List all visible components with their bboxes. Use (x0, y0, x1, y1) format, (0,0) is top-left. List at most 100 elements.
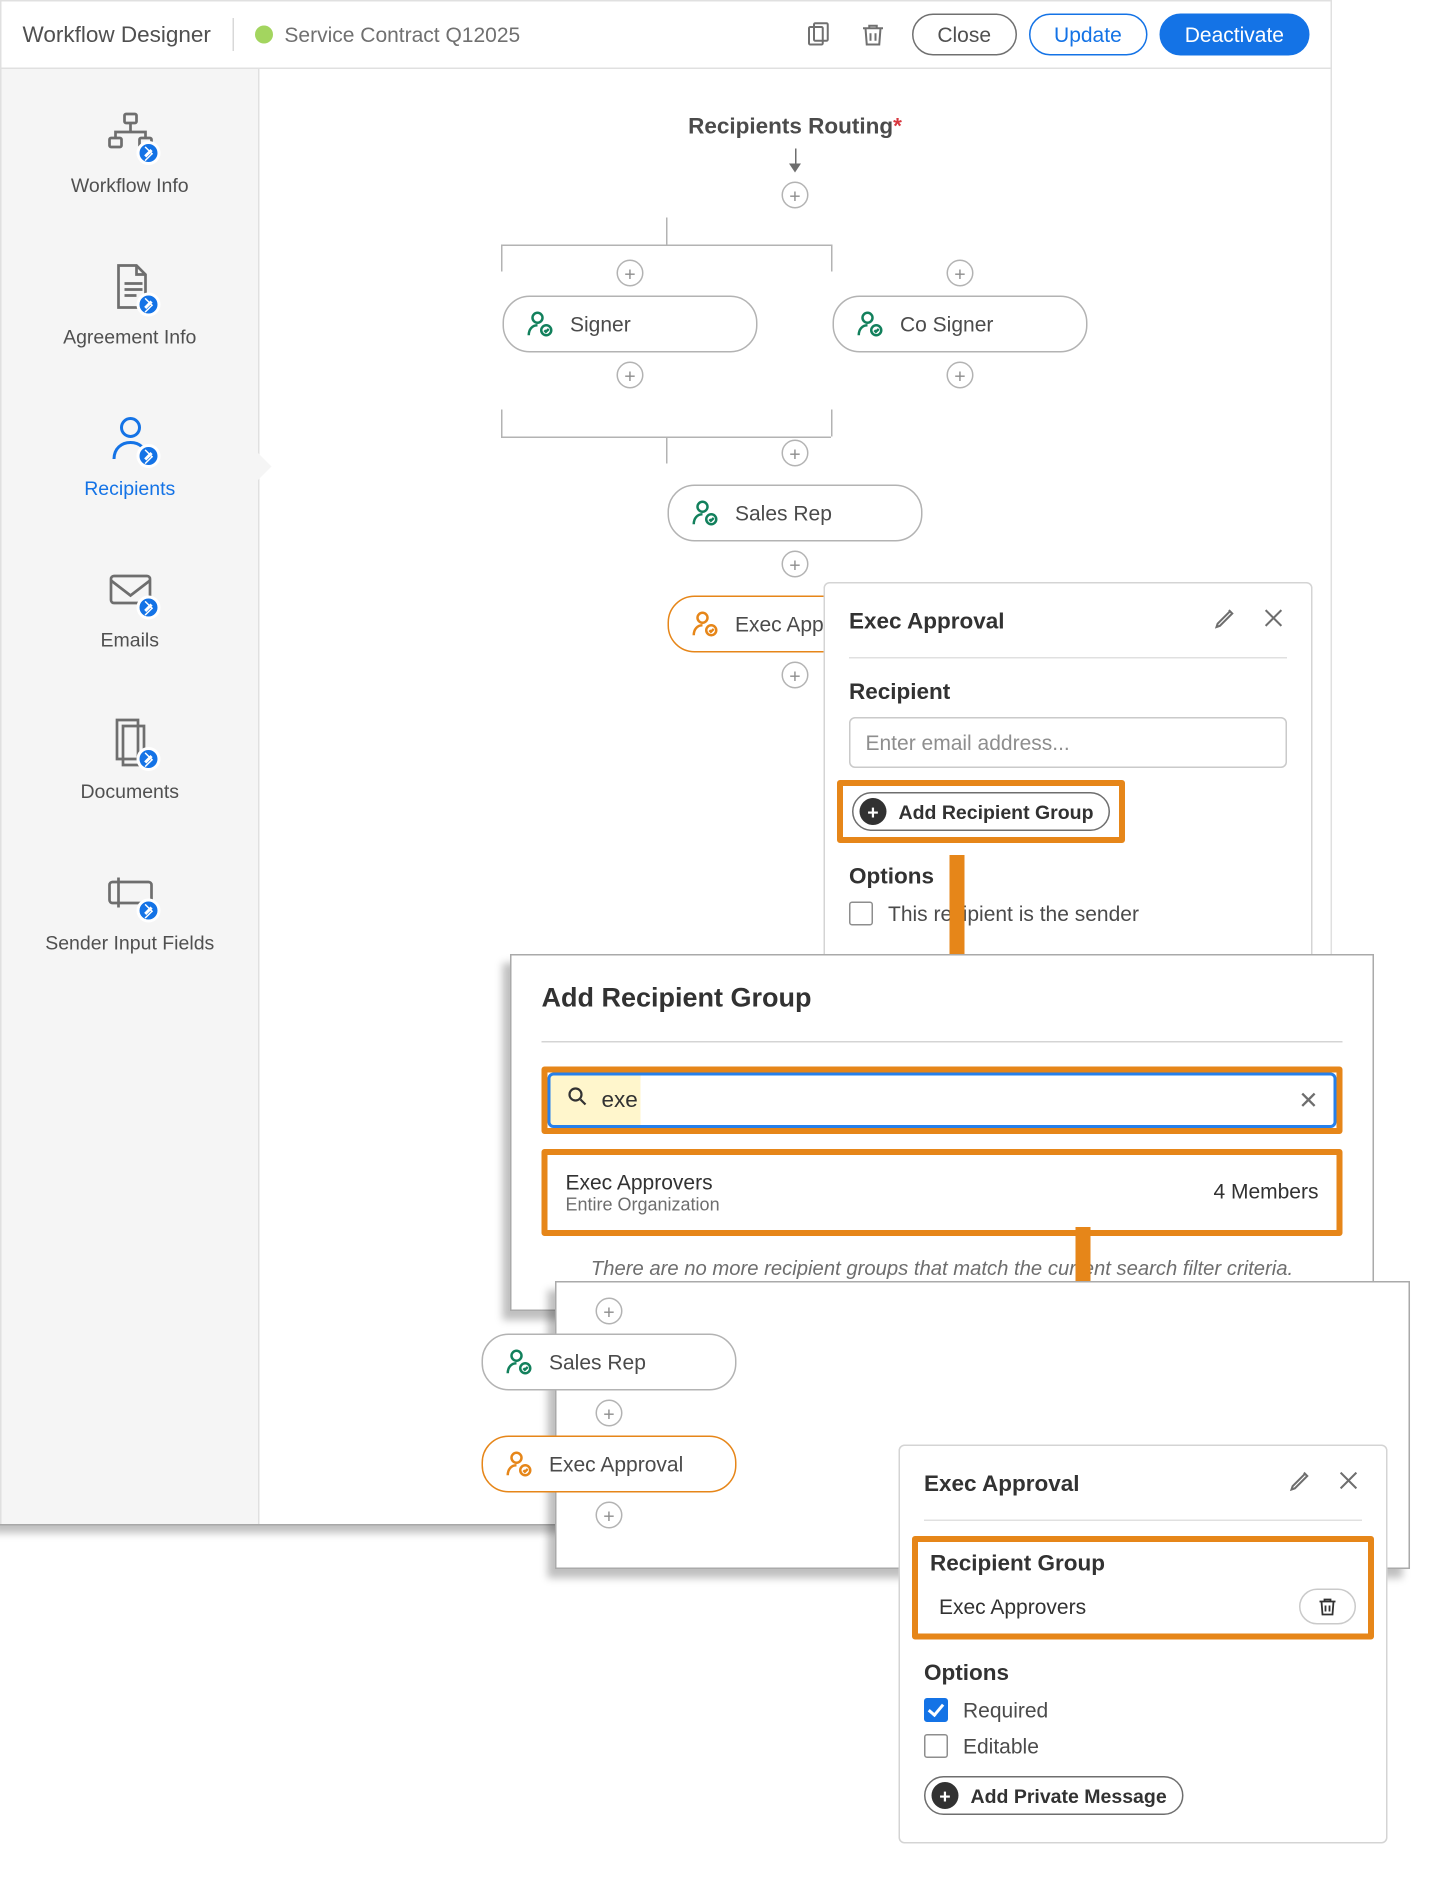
plus-icon: + (860, 798, 887, 825)
approver-icon (690, 609, 720, 639)
search-icon (566, 1085, 590, 1117)
role-signer[interactable]: Signer (503, 296, 758, 353)
search-input[interactable] (602, 1088, 1287, 1114)
role-salesrep[interactable]: Sales Rep (482, 1334, 737, 1391)
add-node-button[interactable] (617, 362, 644, 389)
edit-badge-icon (136, 596, 160, 620)
add-node-button[interactable] (596, 1400, 623, 1427)
no-more-results-text: There are no more recipient groups that … (542, 1257, 1343, 1280)
add-node-button[interactable] (782, 551, 809, 578)
edit-badge-icon (136, 444, 160, 468)
app-title: Workflow Designer (23, 22, 211, 48)
checkbox-sender[interactable] (849, 902, 873, 926)
recipient-group-label: Recipient Group (930, 1551, 1356, 1577)
role-label: Exec Approval (549, 1452, 683, 1476)
add-node-button[interactable] (782, 182, 809, 209)
add-node-button[interactable] (596, 1502, 623, 1529)
add-node-button[interactable] (596, 1298, 623, 1325)
documents-icon (103, 714, 157, 768)
sidebar-item-label: Agreement Info (63, 326, 196, 349)
sidebar-item-emails[interactable]: Emails (2, 563, 259, 652)
edit-badge-icon (136, 141, 160, 165)
result-members: 4 Members (1213, 1179, 1318, 1203)
edit-badge-icon (136, 747, 160, 771)
add-private-message-button[interactable]: + Add Private Message (924, 1776, 1183, 1815)
role-execapproval[interactable]: Exec Approval (482, 1436, 737, 1493)
signer-icon (855, 309, 885, 339)
checkbox-label: Editable (963, 1734, 1039, 1758)
update-button[interactable]: Update (1029, 14, 1148, 56)
edit-badge-icon (136, 899, 160, 923)
role-cosigner[interactable]: Co Signer (833, 296, 1088, 353)
checkbox-label: This recipient is the sender (888, 902, 1139, 926)
arrow-down-icon (789, 164, 801, 173)
clear-icon[interactable]: ✕ (1298, 1085, 1318, 1115)
plus-icon: + (932, 1782, 959, 1809)
close-icon[interactable] (1335, 1467, 1362, 1502)
add-node-button[interactable] (947, 362, 974, 389)
canvas-title: Recipients Routing* (260, 114, 1331, 140)
close-icon[interactable] (1260, 605, 1287, 640)
divider (232, 18, 234, 51)
role-label: Co Signer (900, 312, 993, 336)
add-recipient-group-button[interactable]: + Add Recipient Group (852, 792, 1110, 831)
workflow-name: Service Contract Q12025 (284, 23, 520, 47)
email-input[interactable] (849, 717, 1287, 768)
recipient-label: Recipient (849, 680, 1287, 706)
topbar: Workflow Designer Service Contract Q1202… (2, 2, 1331, 70)
dialog-title: Add Recipient Group (542, 983, 1343, 1015)
recipient-group-value: Exec Approvers (930, 1595, 1086, 1619)
add-recipient-group-dialog: Add Recipient Group ✕ Exec Approvers Ent… (510, 954, 1374, 1311)
checkbox-required[interactable] (924, 1698, 948, 1722)
sidebar-item-workflow-info[interactable]: Workflow Info (2, 108, 259, 197)
role-label: Sales Rep (735, 501, 832, 525)
add-node-button[interactable] (782, 440, 809, 467)
remove-group-button[interactable] (1299, 1589, 1356, 1625)
options-label: Options (924, 1661, 1362, 1687)
clone-icon[interactable] (801, 17, 837, 53)
add-node-button[interactable] (617, 260, 644, 287)
edit-badge-icon (136, 293, 160, 317)
recipient-config-panel: Exec Approval Recipient + Add Recipient … (824, 582, 1313, 1017)
emails-icon (103, 563, 157, 617)
add-node-button[interactable] (947, 260, 974, 287)
workflow-info-icon (103, 108, 157, 162)
trash-icon[interactable] (855, 17, 891, 53)
signer-icon (504, 1347, 534, 1377)
recipient-config-panel-2: Exec Approval Recipient Group Exec Appro… (899, 1445, 1388, 1844)
result-name: Exec Approvers (566, 1170, 720, 1194)
sidebar: Workflow Info Agreement Info Recipients (2, 69, 260, 1524)
status-dot-icon (254, 26, 272, 44)
approver-icon (504, 1449, 534, 1479)
sidebar-item-sender-input-fields[interactable]: Sender Input Fields (2, 866, 259, 955)
sender-input-icon (103, 866, 157, 920)
agreement-info-icon (103, 260, 157, 314)
search-input-container: ✕ (548, 1073, 1337, 1129)
add-node-button[interactable] (782, 662, 809, 689)
sidebar-item-label: Workflow Info (71, 174, 189, 197)
signer-icon (690, 498, 720, 528)
panel-title: Exec Approval (924, 1472, 1079, 1498)
signer-icon (525, 309, 555, 339)
search-result-row[interactable]: Exec Approvers Entire Organization 4 Mem… (548, 1155, 1337, 1230)
sidebar-item-documents[interactable]: Documents (2, 714, 259, 803)
role-label: Sales Rep (549, 1350, 646, 1374)
result-panel: Sales Rep Exec Approval Exec Approval Re… (555, 1281, 1410, 1569)
checkbox-editable[interactable] (924, 1734, 948, 1758)
edit-icon[interactable] (1212, 605, 1239, 640)
sidebar-item-agreement-info[interactable]: Agreement Info (2, 260, 259, 349)
options-label: Options (849, 864, 1287, 890)
sidebar-item-label: Documents (80, 780, 179, 803)
close-button[interactable]: Close (912, 14, 1017, 56)
role-salesrep[interactable]: Sales Rep (668, 485, 923, 542)
sidebar-item-label: Emails (100, 629, 159, 652)
role-label: Signer (570, 312, 631, 336)
edit-icon[interactable] (1287, 1467, 1314, 1502)
deactivate-button[interactable]: Deactivate (1159, 14, 1309, 56)
panel-title: Exec Approval (849, 609, 1004, 635)
sidebar-item-label: Sender Input Fields (45, 932, 214, 955)
checkbox-label: Required (963, 1698, 1048, 1722)
sidebar-item-recipients[interactable]: Recipients (2, 411, 259, 500)
result-scope: Entire Organization (566, 1194, 720, 1215)
sidebar-item-label: Recipients (84, 477, 175, 500)
